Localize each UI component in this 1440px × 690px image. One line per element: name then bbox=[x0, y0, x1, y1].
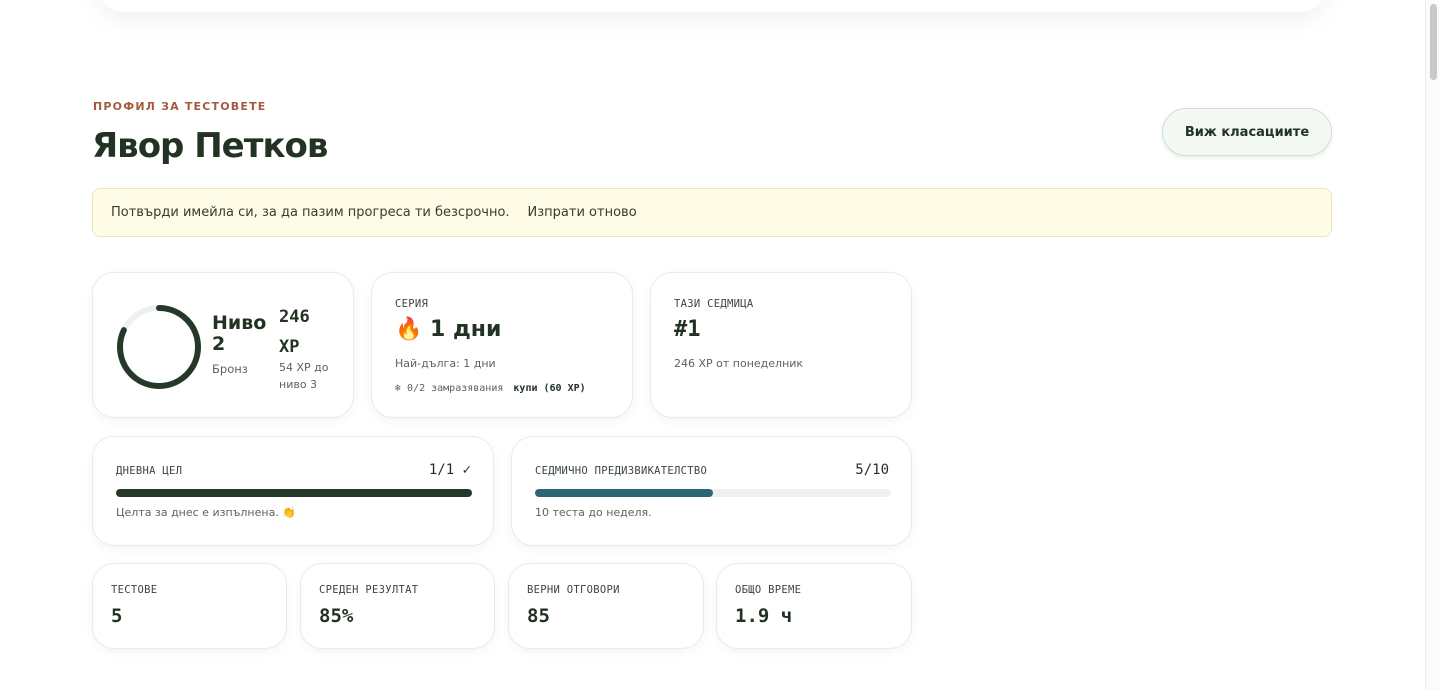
stat-card-time: ОБЩО ВРЕМЕ 1.9 ч bbox=[716, 563, 912, 649]
scrollbar-thumb[interactable] bbox=[1430, 4, 1437, 80]
view-leaderboards-button[interactable]: Виж класациите bbox=[1162, 108, 1332, 156]
level-number: 2 bbox=[212, 333, 226, 355]
page-eyebrow: ПРОФИЛ ЗА ТЕСТОВЕТЕ bbox=[93, 100, 267, 113]
stat-label: ОБЩО ВРЕМЕ bbox=[735, 584, 802, 596]
stat-value: 85 bbox=[527, 605, 550, 627]
level-progress-ring bbox=[117, 305, 201, 389]
streak-freezes: ❄ 0/2 замразявания bbox=[395, 383, 504, 394]
top-header-card bbox=[96, 0, 1328, 12]
daily-goal-label: ДНЕВНА ЦЕЛ bbox=[116, 465, 183, 477]
level-label: Ниво bbox=[212, 312, 267, 334]
page-scrollbar[interactable] bbox=[1425, 0, 1440, 690]
xp-to-next-line2: ниво 3 bbox=[279, 378, 318, 391]
level-card: Ниво 2 Бронз 246 XP 54 XP до ниво 3 bbox=[92, 272, 354, 418]
weekly-challenge-note: 10 теста до неделя. bbox=[535, 506, 652, 519]
weekly-challenge-bar bbox=[535, 489, 891, 497]
daily-goal-bar bbox=[116, 489, 472, 497]
level-tier: Бронз bbox=[212, 362, 248, 376]
verify-email-message: Потвърди имейла си, за да пазим прогреса… bbox=[111, 205, 510, 220]
buy-freeze-link[interactable]: купи (60 XP) bbox=[513, 383, 585, 394]
stat-value: 85% bbox=[319, 605, 354, 627]
weekly-challenge-label: СЕДМИЧНО ПРЕДИЗВИКАТЕЛСТВО bbox=[535, 465, 708, 477]
stat-label: ВЕРНИ ОТГОВОРИ bbox=[527, 584, 620, 596]
streak-value: 🔥 1 дни bbox=[395, 317, 502, 342]
verify-email-banner: Потвърди имейла си, за да пазим прогреса… bbox=[92, 188, 1332, 237]
stat-card-average: СРЕДЕН РЕЗУЛТАТ 85% bbox=[300, 563, 495, 649]
this-week-label: ТАЗИ СЕДМИЦА bbox=[674, 298, 754, 310]
weekly-challenge-count: 5/10 bbox=[855, 462, 889, 478]
streak-card: СЕРИЯ 🔥 1 дни Най-дълга: 1 дни ❄ 0/2 зам… bbox=[371, 272, 633, 418]
daily-goal-card: ДНЕВНА ЦЕЛ 1/1 ✓ Целта за днес е изпълне… bbox=[92, 436, 494, 546]
this-week-rank: #1 bbox=[674, 317, 701, 342]
streak-longest: Най-дълга: 1 дни bbox=[395, 357, 496, 370]
resend-email-link[interactable]: Изпрати отново bbox=[528, 205, 637, 220]
daily-goal-count: 1/1 ✓ bbox=[428, 462, 471, 478]
stat-value: 1.9 ч bbox=[735, 605, 793, 627]
streak-label: СЕРИЯ bbox=[395, 298, 429, 310]
daily-goal-note: Целта за днес е изпълнена. 👏 bbox=[116, 506, 297, 519]
stat-card-tests: ТЕСТОВЕ 5 bbox=[92, 563, 287, 649]
this-week-card: ТАЗИ СЕДМИЦА #1 246 XP от понеделник bbox=[650, 272, 912, 418]
weekly-challenge-card: СЕДМИЧНО ПРЕДИЗВИКАТЕЛСТВО 5/10 10 теста… bbox=[511, 436, 912, 546]
stat-card-correct: ВЕРНИ ОТГОВОРИ 85 bbox=[508, 563, 704, 649]
xp-total: 246 bbox=[279, 307, 310, 327]
stat-value: 5 bbox=[111, 605, 123, 627]
stat-label: СРЕДЕН РЕЗУЛТАТ bbox=[319, 584, 419, 596]
stat-label: ТЕСТОВЕ bbox=[111, 584, 158, 596]
daily-goal-bar-fill bbox=[116, 489, 472, 497]
this-week-note: 246 XP от понеделник bbox=[674, 357, 804, 370]
page-title: Явор Петков bbox=[92, 126, 328, 166]
xp-unit: XP bbox=[279, 337, 300, 357]
weekly-challenge-bar-fill bbox=[535, 489, 713, 497]
xp-to-next-line1: 54 XP до bbox=[279, 361, 329, 374]
